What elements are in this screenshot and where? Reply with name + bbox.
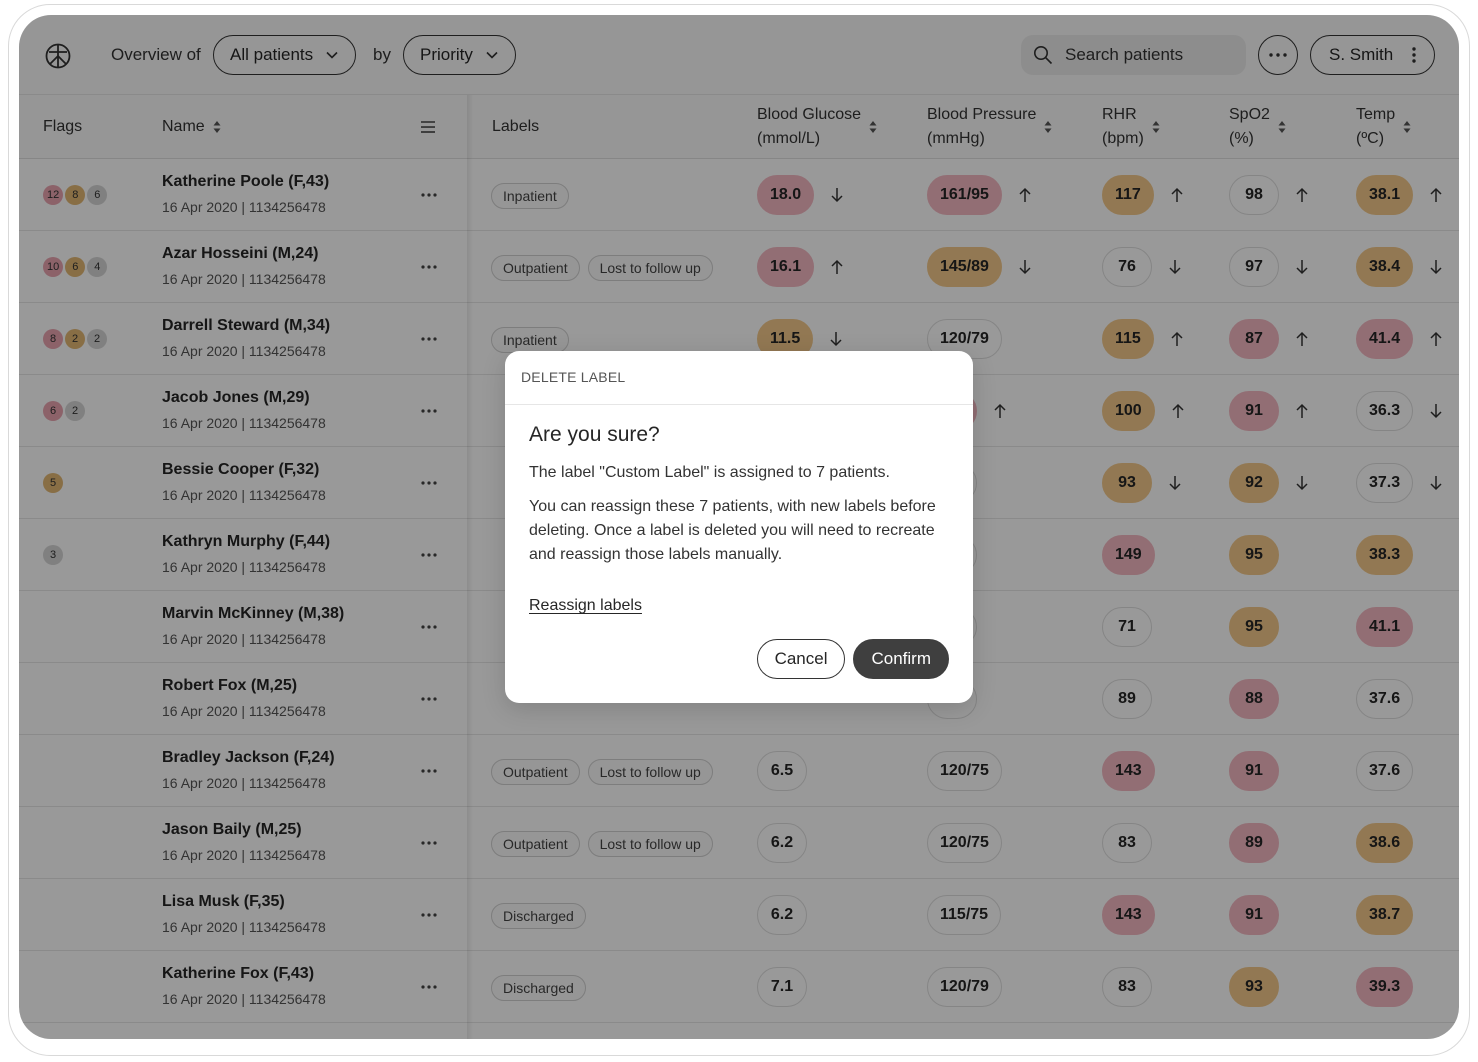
dialog-header: DELETE LABEL	[505, 351, 973, 405]
dialog-text-reassign: You can reassign these 7 patients, with …	[529, 498, 936, 563]
delete-label-dialog: DELETE LABEL Are you sure? The label "Cu…	[505, 351, 973, 703]
dialog-text-assigned: The label "Custom Label" is assigned to …	[529, 464, 890, 481]
app-window: Overview of All patients by Priority Sea…	[19, 15, 1459, 1039]
cancel-button[interactable]: Cancel	[756, 639, 846, 679]
dialog-body: Are you sure? The label "Custom Label" i…	[505, 405, 973, 615]
reassign-labels-link[interactable]: Reassign labels	[529, 597, 642, 615]
confirm-button[interactable]: Confirm	[853, 639, 949, 679]
dialog-actions: Cancel Confirm	[756, 639, 949, 679]
dialog-title: Are you sure?	[529, 423, 660, 446]
